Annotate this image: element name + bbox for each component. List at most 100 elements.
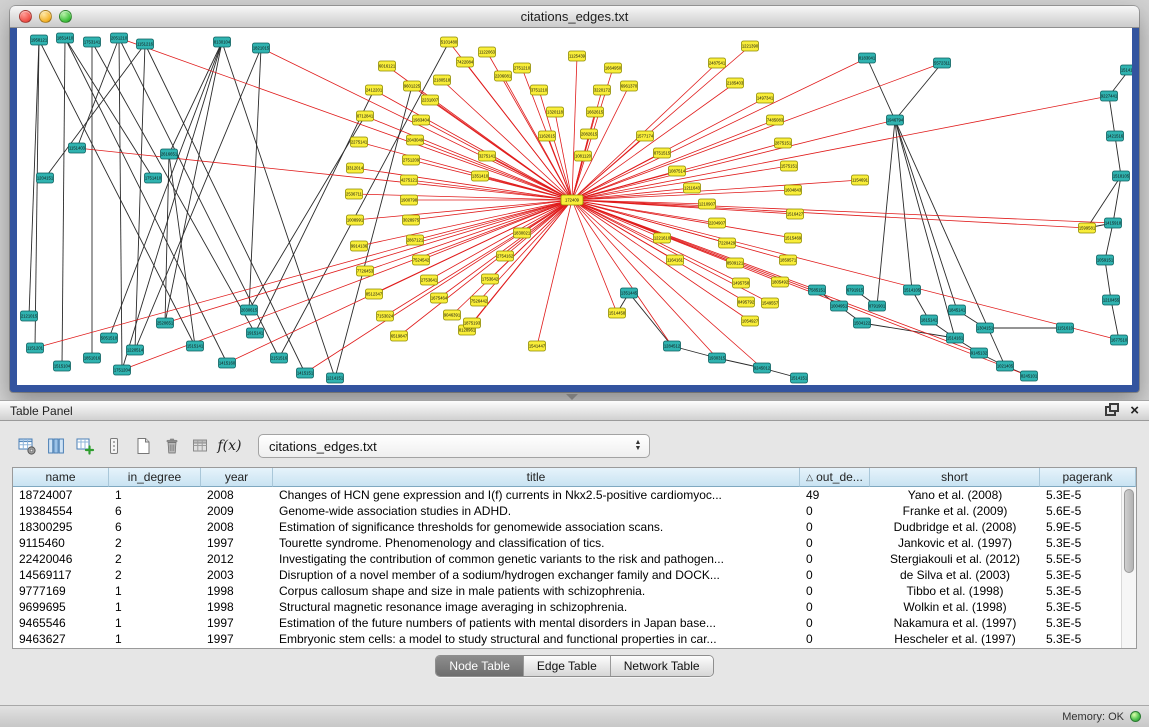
graph-node[interactable]: 9227441 (1101, 91, 1118, 101)
graph-node[interactable]: 1577174 (637, 131, 654, 141)
graph-node[interactable]: 1753141 (84, 37, 101, 47)
graph-node[interactable]: 8245101 (1021, 371, 1038, 381)
row-tools-button[interactable] (99, 432, 128, 461)
graph-node[interactable]: 2520651 (157, 318, 174, 328)
graph-node[interactable]: 6519847 (391, 331, 408, 341)
graph-node[interactable]: 1081120 (575, 151, 592, 161)
column-header-pagerank[interactable]: pagerank (1040, 468, 1136, 487)
column-header-name[interactable]: name (13, 468, 109, 487)
graph-node[interactable]: 1164161 (667, 255, 684, 265)
graph-node[interactable]: 3028975 (403, 215, 420, 225)
graph-node[interactable]: 8791901 (869, 301, 886, 311)
graph-node[interactable]: 9245012 (754, 363, 771, 373)
graph-node[interactable]: 2121015 (21, 311, 38, 321)
graph-node[interactable]: 5101480 (441, 37, 458, 47)
create-column-button[interactable] (70, 432, 99, 461)
graph-node[interactable]: 2043049 (407, 135, 424, 145)
close-panel-icon[interactable]: × (1130, 403, 1139, 418)
graph-node[interactable]: 1087514 (669, 166, 686, 176)
graph-node[interactable]: 2180518 (434, 75, 451, 85)
graph-node[interactable]: 1211643 (684, 183, 701, 193)
graph-node[interactable]: 1351410 (472, 171, 489, 181)
table-row[interactable]: 946554611997Estimation of the future num… (13, 615, 1136, 631)
minimize-button[interactable] (39, 10, 52, 23)
column-header-in-degree[interactable]: in_degree (109, 468, 201, 487)
graph-node[interactable]: 8495792 (738, 297, 755, 307)
graph-node[interactable]: 1495758 (733, 278, 750, 288)
graph-node[interactable]: 1320118 (547, 107, 564, 117)
tab-network-table[interactable]: Network Table (611, 656, 713, 676)
graph-node[interactable]: 1604843 (785, 185, 802, 195)
graph-node[interactable]: 1958121 (31, 35, 48, 45)
graph-node[interactable]: 8751515 (654, 148, 671, 158)
graph-node[interactable]: 1514161 (947, 333, 964, 343)
graph-node[interactable]: 2151516 (271, 353, 288, 363)
graph-node[interactable]: 2536711 (346, 189, 363, 199)
graph-node[interactable]: 1210907 (699, 199, 716, 209)
graph-node[interactable]: 2875151 (775, 138, 792, 148)
graph-node[interactable]: 1514105 (904, 285, 921, 295)
graph-node[interactable]: 1677510 (1111, 335, 1128, 345)
graph-node[interactable]: 1751410 (145, 173, 162, 183)
table-scrollbar[interactable] (1121, 487, 1136, 648)
graph-node[interactable]: 1415918 (1105, 218, 1122, 228)
table-row[interactable]: 2242004622012Investigating the contribut… (13, 551, 1136, 567)
table-mode-button[interactable] (12, 432, 41, 461)
graph-node[interactable]: 1054927 (742, 316, 759, 326)
graph-node[interactable]: 1125439 (569, 51, 586, 61)
graph-node[interactable]: 7153024 (377, 311, 394, 321)
graph-node[interactable]: 9914136 (351, 241, 368, 251)
graph-node[interactable]: 9601225 (404, 81, 421, 91)
graph-node[interactable]: 172409 (561, 195, 583, 205)
graph-node[interactable]: 7524542 (413, 255, 430, 265)
graph-node[interactable]: 1514458 (609, 308, 626, 318)
graph-node[interactable]: 1515104 (54, 361, 71, 371)
graph-node[interactable]: 1915141 (247, 328, 264, 338)
graph-node[interactable]: 1751204 (114, 365, 131, 375)
graph-node[interactable]: 1875193 (464, 318, 481, 328)
graph-node[interactable]: 1515469 (785, 233, 802, 243)
graph-node[interactable]: 3751210 (531, 85, 548, 95)
graph-node[interactable]: 9046391 (444, 310, 461, 320)
graph-node[interactable]: 8509121 (727, 258, 744, 268)
graph-node[interactable]: 6016121 (379, 61, 396, 71)
graph-node[interactable]: 1154691 (852, 175, 869, 185)
table-row[interactable]: 1938455462009Genome-wide association stu… (13, 503, 1136, 519)
graph-node[interactable]: 9145132 (971, 348, 988, 358)
graph-node[interactable]: 6791915 (847, 285, 864, 295)
graph-node[interactable]: 5051510 (101, 333, 118, 343)
graph-node[interactable]: 1851016 (84, 353, 101, 363)
graph-node[interactable]: 6961370 (621, 81, 638, 91)
graph-node[interactable]: 2616651 (161, 149, 178, 159)
graph-node[interactable]: 2275141 (351, 137, 368, 147)
float-panel-icon[interactable] (1105, 406, 1116, 416)
graph-node[interactable]: 3312014 (347, 163, 364, 173)
delete-table-button[interactable] (157, 432, 186, 461)
graph-node[interactable]: 8183041 (859, 53, 876, 63)
table-row[interactable]: 946362711997Embryonic stem cells: a mode… (13, 631, 1136, 647)
graph-node[interactable]: 2185403 (727, 78, 744, 88)
graph-node[interactable]: 1675464 (431, 293, 448, 303)
graph-node[interactable]: 1830021 (514, 228, 531, 238)
graph-node[interactable]: 1514151 (791, 373, 808, 383)
table-row[interactable]: 977716911998Corpus callosum shape and si… (13, 583, 1136, 599)
column-header-short[interactable]: short (870, 468, 1040, 487)
graph-node[interactable]: 1815141 (921, 315, 938, 325)
graph-node[interactable]: 1415160 (219, 358, 236, 368)
graph-node[interactable]: 1162615 (539, 131, 556, 141)
graph-node[interactable]: 2231007 (422, 95, 439, 105)
graph-node[interactable]: 8712841 (357, 111, 374, 121)
graph-node[interactable]: 8130104 (214, 37, 231, 47)
graph-node[interactable]: 2751210 (514, 63, 531, 73)
graph-node[interactable]: 1851410 (57, 33, 74, 43)
graph-node[interactable]: 1664950 (605, 63, 622, 73)
network-graph-canvas[interactable]: 1724092180518223100719834042043049275120… (17, 28, 1132, 385)
graph-node[interactable]: 1504122 (854, 318, 871, 328)
import-table-button[interactable] (186, 432, 215, 461)
tab-node-table[interactable]: Node Table (436, 656, 524, 676)
tab-edge-table[interactable]: Edge Table (524, 656, 611, 676)
graph-node[interactable]: 1821015 (253, 43, 270, 53)
graph-node[interactable]: 7526442 (471, 296, 488, 306)
graph-node[interactable]: 1859571 (780, 255, 797, 265)
graph-node[interactable]: 2753641 (421, 275, 438, 285)
